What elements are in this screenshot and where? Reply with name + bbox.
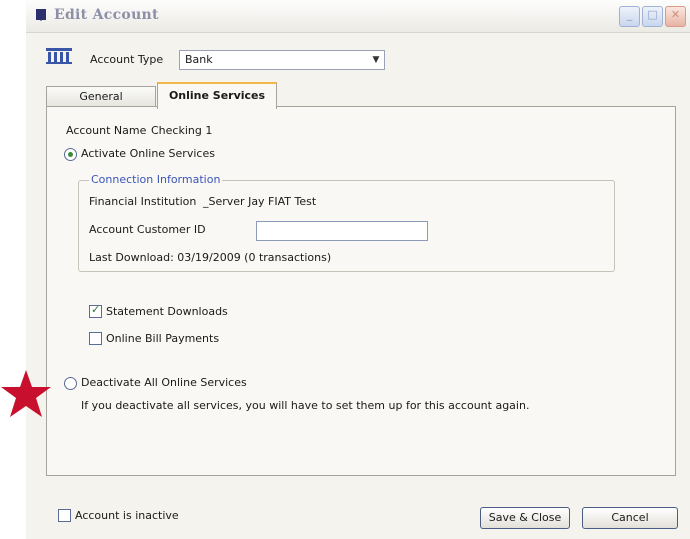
bank-icon [46,48,72,64]
minimize-icon[interactable]: _ [619,6,640,27]
chevron-down-icon[interactable]: ▼ [368,51,384,69]
window-icon [36,9,46,21]
star-marker-icon [1,370,51,417]
connection-info-group: Connection Information Financial Institu… [78,173,615,272]
last-download-text: Last Download: 03/19/2009 (0 transaction… [89,251,332,264]
title-bar: Edit Account _ □ ✕ [26,0,690,33]
account-type-row: Account Type Bank ▼ [26,42,690,70]
window-controls: _ □ ✕ [619,6,686,27]
activate-services-label: Activate Online Services [81,147,215,160]
account-type-label: Account Type [90,53,164,66]
save-close-button[interactable]: Save & Close [480,507,570,529]
account-type-value: Bank [185,53,213,66]
account-name-label: Account Name [66,124,147,137]
maximize-icon[interactable]: □ [642,6,663,27]
account-inactive-checkbox[interactable] [58,509,71,522]
financial-institution-value: _Server Jay FIAT Test [203,195,317,208]
account-type-select[interactable]: Bank ▼ [179,50,385,70]
statement-downloads-label: Statement Downloads [106,305,228,318]
account-name-value: Checking 1 [151,124,213,137]
edit-account-window: Edit Account _ □ ✕ Account Type Bank ▼ G… [26,0,690,539]
statement-downloads-checkbox[interactable] [89,303,102,318]
window-title: Edit Account [54,7,159,23]
deactivate-note: If you deactivate all services, you will… [81,399,530,412]
tab-general[interactable]: General [46,86,156,107]
cancel-button[interactable]: Cancel [582,507,678,529]
account-inactive-label: Account is inactive [75,509,179,522]
bill-payments-label: Online Bill Payments [106,332,220,345]
deactivate-services-radio[interactable] [64,377,77,390]
deactivate-services-label: Deactivate All Online Services [81,376,247,389]
customer-id-label: Account Customer ID [89,223,206,236]
tab-online-services[interactable]: Online Services [157,82,277,109]
online-services-panel: Account Name Checking 1 Activate Online … [46,106,676,476]
bill-payments-checkbox[interactable] [89,332,102,345]
financial-institution-label: Financial Institution [89,195,197,208]
connection-info-legend: Connection Information [89,173,223,186]
activate-services-radio[interactable] [64,148,77,161]
customer-id-input[interactable] [256,221,428,241]
close-icon[interactable]: ✕ [665,6,686,27]
